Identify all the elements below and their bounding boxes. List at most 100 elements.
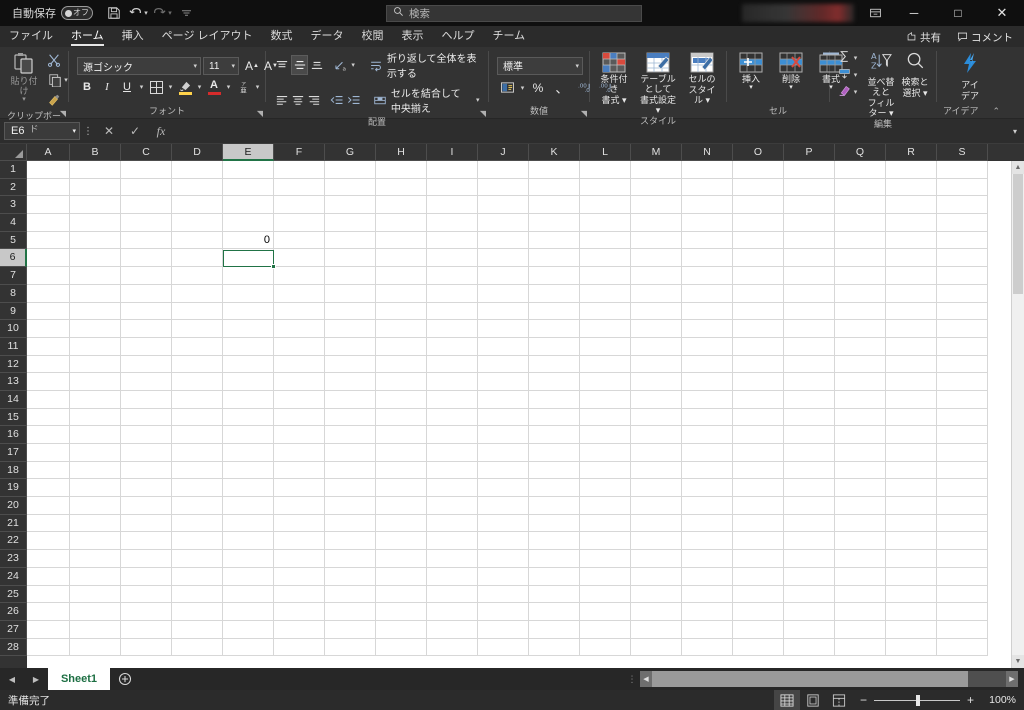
cell-B17[interactable] xyxy=(70,444,121,462)
cell-F16[interactable] xyxy=(274,426,325,444)
row-header-3[interactable]: 3 xyxy=(0,196,27,215)
cell-P22[interactable] xyxy=(784,532,835,551)
cell-Q11[interactable] xyxy=(835,337,886,356)
cell-C10[interactable] xyxy=(121,320,172,338)
cell-O18[interactable] xyxy=(733,461,784,480)
cell-M19[interactable] xyxy=(631,479,682,498)
cell-E1[interactable] xyxy=(223,161,274,179)
format-painter-icon[interactable] xyxy=(44,90,64,110)
cell-L28[interactable] xyxy=(580,638,631,657)
cell-S22[interactable] xyxy=(937,532,988,551)
cell-I26[interactable] xyxy=(427,603,478,621)
cell-D17[interactable] xyxy=(172,444,223,462)
cell-A25[interactable] xyxy=(27,585,70,604)
cell-Q26[interactable] xyxy=(835,603,886,621)
cell-Q20[interactable] xyxy=(835,497,886,515)
cell-G14[interactable] xyxy=(325,390,376,409)
fill-dropdown-caret[interactable]: ▾ xyxy=(851,71,860,79)
cell-R6[interactable] xyxy=(886,249,937,268)
insert-function-icon[interactable]: fx xyxy=(148,121,174,141)
cell-D9[interactable] xyxy=(172,302,223,321)
cell-J16[interactable] xyxy=(478,426,529,444)
share-button[interactable]: 共有 xyxy=(901,29,946,46)
cell-P21[interactable] xyxy=(784,514,835,533)
tab-home[interactable]: ホーム xyxy=(62,26,113,47)
cell-Q2[interactable] xyxy=(835,178,886,197)
cell-O3[interactable] xyxy=(733,196,784,215)
cell-M6[interactable] xyxy=(631,249,682,268)
cell-H10[interactable] xyxy=(376,320,427,338)
cell-I13[interactable] xyxy=(427,373,478,391)
scroll-left-arrow[interactable]: ◀ xyxy=(640,671,652,687)
cell-A26[interactable] xyxy=(27,603,70,621)
cell-E23[interactable] xyxy=(223,550,274,568)
page-break-preview-icon[interactable] xyxy=(826,690,852,710)
cell-C27[interactable] xyxy=(121,620,172,639)
align-bottom-icon[interactable] xyxy=(309,55,325,75)
cell-K13[interactable] xyxy=(529,373,580,391)
cell-K28[interactable] xyxy=(529,638,580,657)
cell-N7[interactable] xyxy=(682,267,733,285)
column-header-C[interactable]: C xyxy=(121,144,172,161)
cell-I5[interactable] xyxy=(427,231,478,250)
cell-G6[interactable] xyxy=(325,249,376,268)
sort-filter-button[interactable]: AZ 並べ替えと フィルター ▾ xyxy=(864,49,898,118)
cell-C23[interactable] xyxy=(121,550,172,568)
cell-M28[interactable] xyxy=(631,638,682,657)
ideas-button[interactable]: アイ デア xyxy=(950,50,990,101)
cell-E4[interactable] xyxy=(223,214,274,232)
cell-S23[interactable] xyxy=(937,550,988,568)
add-sheet-icon[interactable] xyxy=(110,668,140,690)
cell-F7[interactable] xyxy=(274,267,325,285)
cell-P17[interactable] xyxy=(784,444,835,462)
align-middle-icon[interactable] xyxy=(291,55,308,75)
cell-C3[interactable] xyxy=(121,196,172,215)
cell-C25[interactable] xyxy=(121,585,172,604)
cell-R3[interactable] xyxy=(886,196,937,215)
cell-O27[interactable] xyxy=(733,620,784,639)
cell-O8[interactable] xyxy=(733,284,784,303)
cell-K12[interactable] xyxy=(529,355,580,374)
cell-G1[interactable] xyxy=(325,161,376,179)
row-header-19[interactable]: 19 xyxy=(0,479,27,498)
cell-I9[interactable] xyxy=(427,302,478,321)
cell-D13[interactable] xyxy=(172,373,223,391)
autosave-switch[interactable]: オフ xyxy=(61,6,93,20)
cell-D3[interactable] xyxy=(172,196,223,215)
cell-H27[interactable] xyxy=(376,620,427,639)
alignment-dialog-launcher[interactable]: ◥ xyxy=(480,109,486,118)
cell-G20[interactable] xyxy=(325,497,376,515)
cell-D10[interactable] xyxy=(172,320,223,338)
row-header-27[interactable]: 27 xyxy=(0,620,27,639)
cell-L6[interactable] xyxy=(580,249,631,268)
cell-L15[interactable] xyxy=(580,408,631,427)
cell-C22[interactable] xyxy=(121,532,172,551)
horizontal-scrollbar[interactable]: ◀ ▶ xyxy=(640,671,1018,687)
cell-G19[interactable] xyxy=(325,479,376,498)
cell-H16[interactable] xyxy=(376,426,427,444)
row-header-6[interactable]: 6 xyxy=(0,249,27,268)
cell-M8[interactable] xyxy=(631,284,682,303)
cell-L4[interactable] xyxy=(580,214,631,232)
cell-N16[interactable] xyxy=(682,426,733,444)
ribbon-display-options-icon[interactable] xyxy=(858,0,892,26)
cell-B10[interactable] xyxy=(70,320,121,338)
cell-B2[interactable] xyxy=(70,178,121,197)
cell-L26[interactable] xyxy=(580,603,631,621)
cell-C14[interactable] xyxy=(121,390,172,409)
cell-D25[interactable] xyxy=(172,585,223,604)
cell-P8[interactable] xyxy=(784,284,835,303)
cell-M15[interactable] xyxy=(631,408,682,427)
cell-R23[interactable] xyxy=(886,550,937,568)
account-name-redacted[interactable] xyxy=(742,4,854,22)
cell-Q7[interactable] xyxy=(835,267,886,285)
cell-B20[interactable] xyxy=(70,497,121,515)
cell-H26[interactable] xyxy=(376,603,427,621)
cell-O5[interactable] xyxy=(733,231,784,250)
cell-L23[interactable] xyxy=(580,550,631,568)
cell-M10[interactable] xyxy=(631,320,682,338)
column-header-A[interactable]: A xyxy=(27,144,70,161)
row-header-26[interactable]: 26 xyxy=(0,603,27,621)
cell-C20[interactable] xyxy=(121,497,172,515)
cell-L1[interactable] xyxy=(580,161,631,179)
